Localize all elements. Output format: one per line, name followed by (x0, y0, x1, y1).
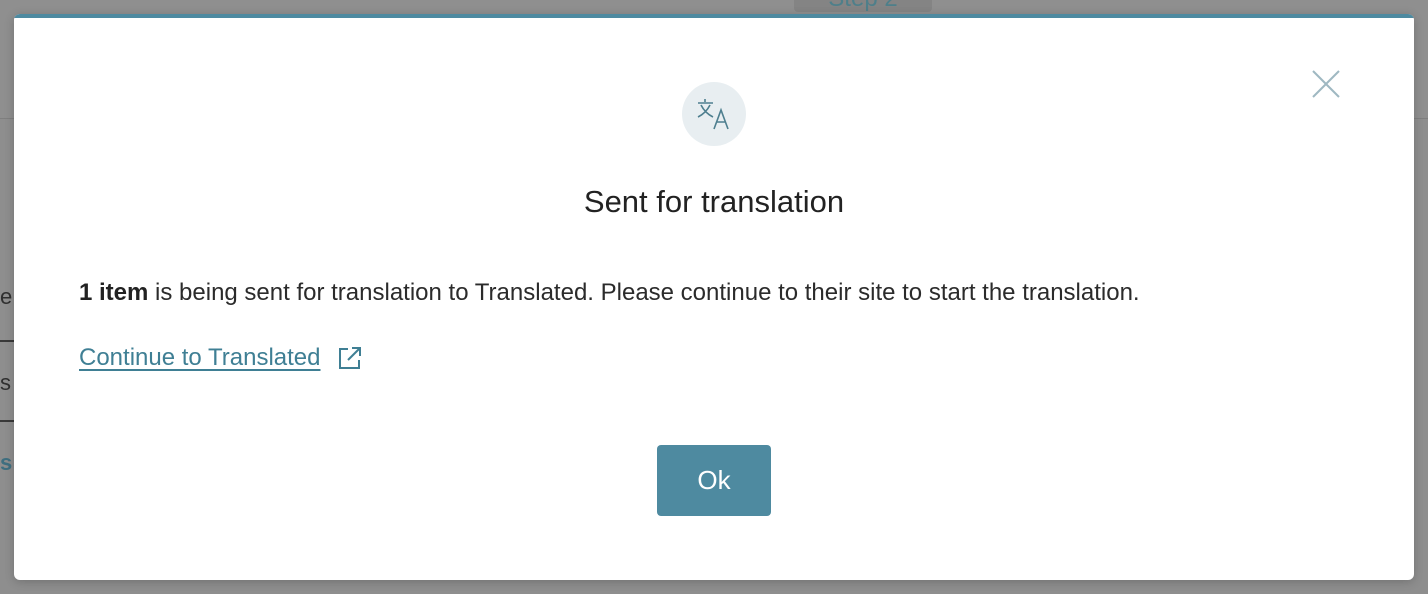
background-divider (0, 420, 14, 422)
message-text: is being sent for translation to Transla… (148, 279, 1140, 306)
continue-link-row: Continue to Translated (79, 344, 363, 372)
translate-icon-badge (682, 82, 746, 146)
close-button[interactable] (1310, 68, 1342, 100)
background-text-fragment: e (0, 284, 13, 309)
translation-dialog: Sent for translation 1 item is being sen… (14, 14, 1414, 580)
close-icon (1312, 70, 1340, 98)
background-divider (0, 340, 14, 342)
item-count: 1 item (79, 279, 149, 306)
dialog-title: Sent for translation (583, 184, 845, 219)
dialog-message: 1 item is being sent for translation to … (79, 279, 1379, 307)
external-link-icon[interactable] (337, 345, 363, 371)
translate-icon (697, 99, 729, 130)
background-text-fragment: s (0, 450, 13, 475)
background-step-label: Step 2 (794, 0, 932, 12)
ok-button[interactable]: Ok (657, 445, 771, 516)
dialog-accent-bar (14, 14, 1414, 18)
continue-to-translated-link[interactable]: Continue to Translated (79, 344, 321, 372)
background-text-fragment: s (0, 370, 11, 395)
